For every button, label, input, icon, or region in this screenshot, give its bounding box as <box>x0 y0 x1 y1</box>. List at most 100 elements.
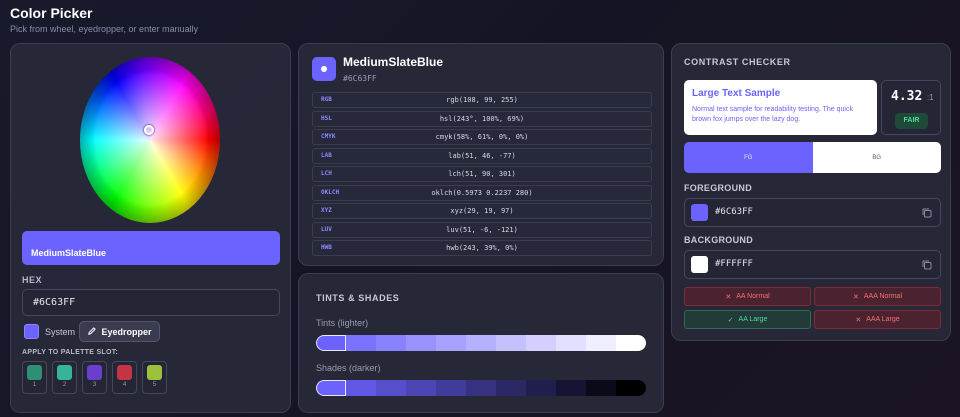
tint-chip[interactable] <box>406 335 436 351</box>
tint-chip[interactable] <box>616 335 646 351</box>
tints-label: Tints (lighter) <box>316 318 369 328</box>
wcag-check: ✕ AA Normal <box>684 287 811 306</box>
tint-chip[interactable] <box>436 335 466 351</box>
copy-icon[interactable] <box>921 259 933 271</box>
value-row[interactable]: HWB hwb(243, 39%, 0%) <box>312 240 652 256</box>
tint-chip[interactable] <box>466 335 496 351</box>
wcag-check-label: AA Normal <box>736 293 770 300</box>
eyedropper-label: Eyedropper <box>101 326 152 337</box>
tint-chip[interactable] <box>586 335 616 351</box>
palette-slot[interactable]: 4 <box>112 361 137 394</box>
shade-chip[interactable] <box>556 380 586 396</box>
page-subtitle: Pick from wheel, eyedropper, or enter ma… <box>10 24 199 34</box>
wcag-checks: ✕ AA Normal ✕ AAA Normal ✓ AA Large ✕ AAA Large <box>684 287 941 329</box>
color-name: MediumSlateBlue <box>343 55 444 69</box>
color-wheel-shade <box>80 57 220 223</box>
value-row[interactable]: CMYK cmyk(58%, 61%, 0%, 0%) <box>312 129 652 145</box>
background-swatch[interactable] <box>691 256 708 273</box>
ratio-unit: :1 <box>927 93 934 102</box>
foreground-swatch[interactable] <box>691 204 708 221</box>
shade-chip[interactable] <box>496 380 526 396</box>
color-wheel-handle[interactable] <box>144 125 154 135</box>
ratio-value: 4.32 <box>891 89 923 104</box>
system-label: System <box>45 327 76 337</box>
value-text: hsl(243°, 100%, 69%) <box>439 114 525 123</box>
value-row[interactable]: RGB rgb(108, 99, 255) <box>312 92 652 108</box>
toggle-fg[interactable]: FG <box>684 142 813 173</box>
background-label: BACKGROUND <box>684 235 753 245</box>
value-row[interactable]: HSL hsl(243°, 100%, 69%) <box>312 110 652 127</box>
check-icon: ✓ <box>727 316 734 324</box>
shade-chip[interactable] <box>616 380 646 396</box>
palette-slot[interactable]: 3 <box>82 361 107 394</box>
wcag-check: ✕ AAA Normal <box>814 287 941 306</box>
tint-chip[interactable] <box>496 335 526 351</box>
tint-chip[interactable] <box>346 335 376 351</box>
contrast-title: CONTRAST CHECKER <box>684 57 791 67</box>
shade-chip[interactable] <box>346 380 376 396</box>
tints-strip <box>316 335 646 351</box>
hex-label: HEX <box>22 275 43 285</box>
palette-slot[interactable]: 5 <box>142 361 167 394</box>
tints-shades-panel: TINTS & SHADES Tints (lighter) Shades (d… <box>298 273 664 413</box>
tint-chip[interactable] <box>526 335 556 351</box>
value-row[interactable]: OKLCH oklch(0.5973 0.2237 280) <box>312 184 652 201</box>
values-swatch <box>312 57 336 81</box>
value-row[interactable]: XYZ xyz(29, 19, 97) <box>312 203 652 219</box>
hex-input[interactable] <box>22 289 280 316</box>
value-rows: RGB rgb(108, 99, 255) HSL hsl(243°, 100%, 6… <box>312 92 652 259</box>
contrast-ratio: 4.32 :1 FAIR <box>881 80 941 135</box>
eyedropper-icon <box>88 327 97 335</box>
toggle-bg[interactable]: BG <box>812 142 941 173</box>
palette-slot-color <box>87 365 102 380</box>
tint-chip[interactable] <box>556 335 586 351</box>
shade-chip[interactable] <box>376 380 406 396</box>
system-color-input[interactable] <box>24 324 39 339</box>
shade-chip[interactable] <box>436 380 466 396</box>
palette-slot[interactable]: 1 <box>22 361 47 394</box>
shades-strip <box>316 380 646 396</box>
palette-slot-color <box>147 365 162 380</box>
shade-chip[interactable] <box>586 380 616 396</box>
value-text: lch(51, 90, 301) <box>448 170 516 178</box>
foreground-hex[interactable]: #6C63FF <box>715 207 753 217</box>
value-row[interactable]: LUV luv(51, -6, -121) <box>312 221 652 238</box>
palette-slot-color <box>57 365 72 380</box>
value-text: cmyk(58%, 61%, 0%, 0%) <box>435 133 529 141</box>
contrast-checker-panel: CONTRAST CHECKER Large Text Sample Norma… <box>671 43 951 341</box>
rating-badge: FAIR <box>895 113 928 129</box>
shades-label: Shades (darker) <box>316 363 381 373</box>
foreground-field[interactable]: #6C63FF <box>684 198 941 227</box>
value-text: lab(51, 46, -77) <box>448 151 516 160</box>
tint-chip[interactable] <box>316 335 346 351</box>
palette-slot-number: 1 <box>32 382 37 388</box>
palette-slot-label: APPLY TO PALETTE SLOT: <box>22 349 119 356</box>
tint-chip[interactable] <box>376 335 406 351</box>
value-text: rgb(108, 99, 255) <box>446 96 518 104</box>
eyedropper-button[interactable]: Eyedropper <box>79 321 160 342</box>
color-wheel[interactable] <box>80 57 220 223</box>
palette-slot-number: 2 <box>62 382 67 388</box>
shade-chip[interactable] <box>466 380 496 396</box>
palette-slot-color <box>117 365 132 380</box>
palette-slot-number: 5 <box>152 382 157 388</box>
color-values-panel: MediumSlateBlue #6C63FF RGB rgb(108, 99, … <box>298 43 664 266</box>
wcag-check-label: AAA Normal <box>863 293 902 300</box>
background-hex[interactable]: #FFFFFF <box>715 259 753 269</box>
palette-slot[interactable]: 2 <box>52 361 77 394</box>
sample-large-text: Large Text Sample <box>692 88 781 99</box>
palette-slot-color <box>27 365 42 380</box>
copy-icon[interactable] <box>921 207 933 219</box>
foreground-label: FOREGROUND <box>684 183 752 193</box>
page-title: Color Picker <box>10 5 93 21</box>
background-field[interactable]: #FFFFFF <box>684 250 941 279</box>
value-row[interactable]: LCH lch(51, 90, 301) <box>312 166 652 182</box>
value-text: oklch(0.5973 0.2237 280) <box>431 188 533 197</box>
value-text: luv(51, -6, -121) <box>446 225 518 234</box>
shade-chip[interactable] <box>316 380 346 396</box>
value-row[interactable]: LAB lab(51, 46, -77) <box>312 147 652 164</box>
wcag-check: ✕ AAA Large <box>814 310 941 329</box>
shade-chip[interactable] <box>406 380 436 396</box>
shade-chip[interactable] <box>526 380 556 396</box>
cross-icon: ✕ <box>853 293 859 301</box>
